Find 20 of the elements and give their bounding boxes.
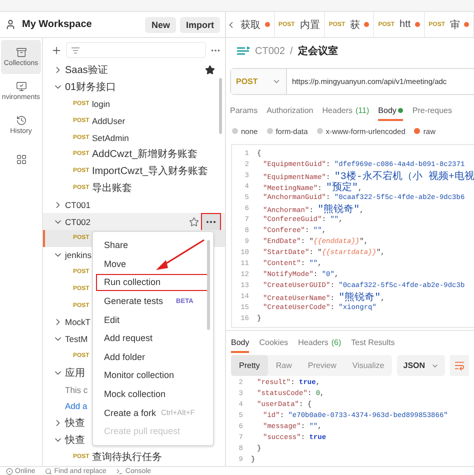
collection-name: TestM — [65, 334, 88, 344]
request-name: login — [92, 98, 110, 109]
collection-name: CT002 — [65, 216, 91, 227]
breadcrumb-separator: / — [290, 46, 293, 56]
collection-name: 快查 — [65, 434, 85, 447]
collection-name: 01财务接口 — [65, 80, 116, 94]
request-name: 导出账套 — [92, 182, 132, 195]
collection-name: MockT — [65, 317, 90, 328]
request-title: 定会议室 — [298, 44, 338, 58]
collection-name: 应用 — [65, 366, 85, 380]
request-name: AddCwzt_新增财务账套 — [92, 148, 198, 162]
request-name: 查询待执行任务 — [92, 450, 162, 464]
request-name: ImportCwzt_导入财务账套 — [92, 164, 208, 178]
request-name: SetAdmin — [92, 132, 129, 143]
collection-name: jenkins — [65, 250, 92, 260]
empty-note: This c — [65, 384, 88, 395]
collection-name: 快查 — [65, 416, 85, 430]
collection-name: CT001 — [65, 200, 91, 210]
request-name: AddUser — [92, 116, 126, 126]
collection-name: Saas验证 — [65, 64, 108, 78]
